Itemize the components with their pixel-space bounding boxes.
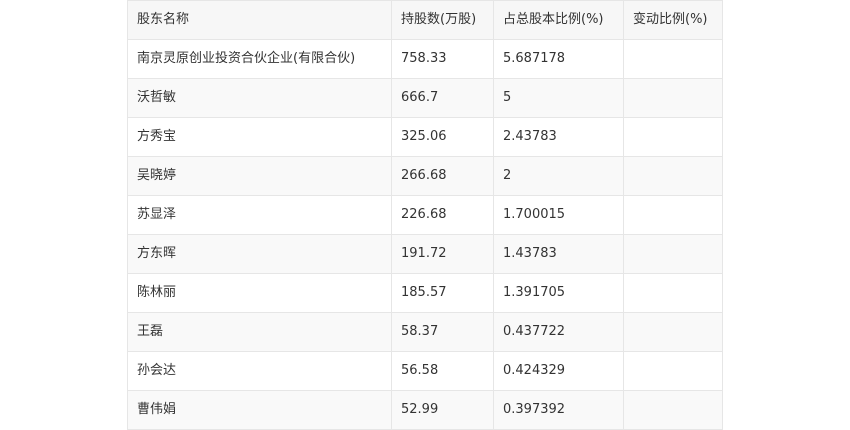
cell-share-ratio: 1.391705: [493, 273, 624, 313]
table-row: 王磊 58.37 0.437722: [127, 312, 723, 352]
cell-change-ratio: [623, 117, 723, 157]
header-shareholder-name: 股东名称: [127, 0, 392, 40]
cell-shares-held: 666.7: [391, 78, 494, 118]
table-header-row: 股东名称 持股数(万股) 占总股本比例(%) 变动比例(%): [127, 0, 723, 40]
table-row: 方秀宝 325.06 2.43783: [127, 117, 723, 157]
cell-share-ratio: 2: [493, 156, 624, 196]
table-row: 陈林丽 185.57 1.391705: [127, 273, 723, 313]
cell-change-ratio: [623, 78, 723, 118]
cell-change-ratio: [623, 390, 723, 430]
cell-shareholder-name: 吴晓婷: [127, 156, 392, 196]
cell-share-ratio: 0.424329: [493, 351, 624, 391]
cell-shares-held: 266.68: [391, 156, 494, 196]
cell-shareholder-name: 苏显泽: [127, 195, 392, 235]
shareholder-table-container: 股东名称 持股数(万股) 占总股本比例(%) 变动比例(%) 南京灵原创业投资合…: [127, 0, 723, 430]
cell-shareholder-name: 曹伟娟: [127, 390, 392, 430]
cell-share-ratio: 5: [493, 78, 624, 118]
cell-share-ratio: 2.43783: [493, 117, 624, 157]
cell-share-ratio: 0.397392: [493, 390, 624, 430]
cell-shareholder-name: 陈林丽: [127, 273, 392, 313]
table-row: 孙会达 56.58 0.424329: [127, 351, 723, 391]
cell-change-ratio: [623, 273, 723, 313]
cell-change-ratio: [623, 351, 723, 391]
table-row: 沃哲敏 666.7 5: [127, 78, 723, 118]
cell-change-ratio: [623, 312, 723, 352]
cell-shareholder-name: 王磊: [127, 312, 392, 352]
cell-shareholder-name: 南京灵原创业投资合伙企业(有限合伙): [127, 39, 392, 79]
cell-change-ratio: [623, 39, 723, 79]
header-shares-held: 持股数(万股): [391, 0, 494, 40]
header-change-ratio: 变动比例(%): [623, 0, 723, 40]
table-row: 南京灵原创业投资合伙企业(有限合伙) 758.33 5.687178: [127, 39, 723, 79]
cell-shares-held: 226.68: [391, 195, 494, 235]
cell-change-ratio: [623, 234, 723, 274]
cell-shareholder-name: 孙会达: [127, 351, 392, 391]
cell-change-ratio: [623, 195, 723, 235]
table-row: 方东晖 191.72 1.43783: [127, 234, 723, 274]
cell-share-ratio: 1.700015: [493, 195, 624, 235]
cell-shares-held: 56.58: [391, 351, 494, 391]
table-row: 苏显泽 226.68 1.700015: [127, 195, 723, 235]
cell-shares-held: 58.37: [391, 312, 494, 352]
cell-share-ratio: 1.43783: [493, 234, 624, 274]
cell-change-ratio: [623, 156, 723, 196]
cell-shares-held: 758.33: [391, 39, 494, 79]
cell-shares-held: 52.99: [391, 390, 494, 430]
cell-shares-held: 191.72: [391, 234, 494, 274]
header-share-ratio: 占总股本比例(%): [493, 0, 624, 40]
cell-share-ratio: 0.437722: [493, 312, 624, 352]
cell-shareholder-name: 沃哲敏: [127, 78, 392, 118]
cell-shares-held: 185.57: [391, 273, 494, 313]
cell-shares-held: 325.06: [391, 117, 494, 157]
cell-share-ratio: 5.687178: [493, 39, 624, 79]
table-row: 曹伟娟 52.99 0.397392: [127, 390, 723, 430]
table-row: 吴晓婷 266.68 2: [127, 156, 723, 196]
cell-shareholder-name: 方东晖: [127, 234, 392, 274]
cell-shareholder-name: 方秀宝: [127, 117, 392, 157]
shareholder-table: 股东名称 持股数(万股) 占总股本比例(%) 变动比例(%) 南京灵原创业投资合…: [127, 0, 723, 430]
